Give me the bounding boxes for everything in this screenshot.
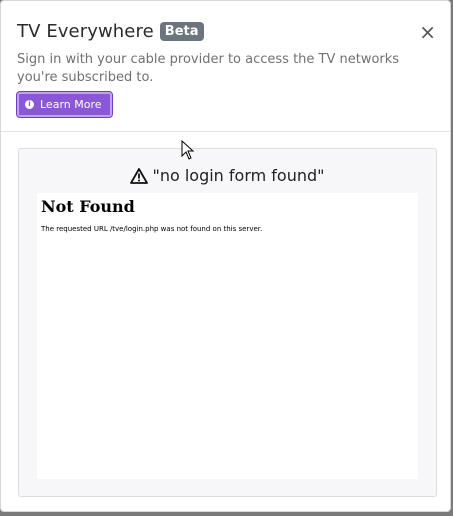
not-found-text: The requested URL /tve/login.php was not…	[41, 225, 263, 233]
tv-everywhere-modal: TV Everywhere Beta × Sign in with your c…	[0, 0, 451, 512]
modal-header: TV Everywhere Beta × Sign in with your c…	[1, 1, 450, 132]
learn-more-button[interactable]: i Learn More	[16, 91, 113, 118]
close-button[interactable]: ×	[419, 22, 436, 42]
learn-more-label: Learn More	[40, 98, 102, 111]
login-panel: "no login form found" Not Found The requ…	[18, 148, 437, 497]
modal-title: TV Everywhere	[17, 21, 154, 42]
login-frame[interactable]: Not Found The requested URL /tve/login.p…	[37, 193, 418, 479]
error-row: "no login form found"	[19, 166, 436, 185]
beta-badge: Beta	[159, 22, 204, 41]
error-message: "no login form found"	[152, 166, 325, 185]
mouse-cursor-icon	[181, 140, 195, 160]
title-row: TV Everywhere Beta	[17, 21, 204, 42]
info-icon: i	[25, 100, 34, 109]
modal-subtitle: Sign in with your cable provider to acce…	[17, 52, 400, 85]
not-found-heading: Not Found	[41, 197, 135, 216]
warning-icon	[130, 167, 149, 184]
